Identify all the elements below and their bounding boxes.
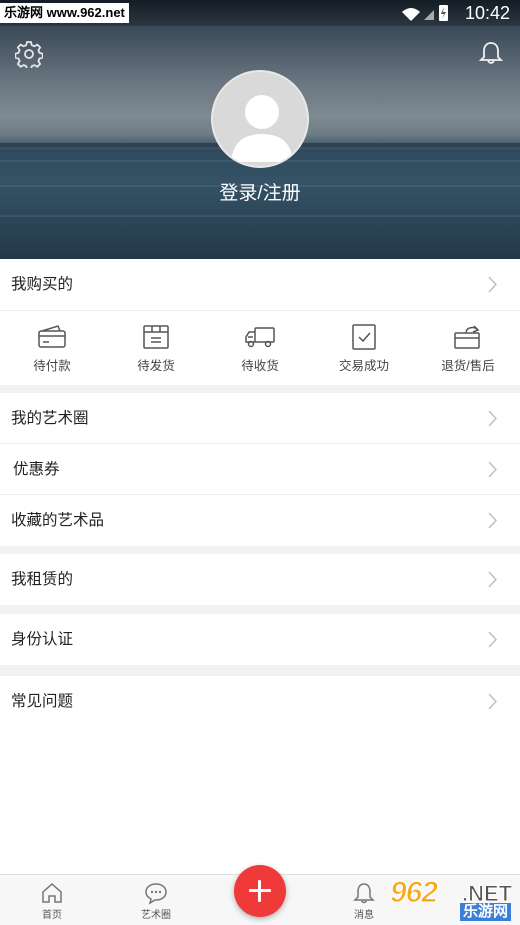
menu-item-label: 常见问题 [11,693,74,710]
profile-header: 乐游网 www.962.net 10:42 登录/注册 [0,0,520,259]
order-pending-shipment[interactable]: 待发货 [104,311,208,385]
truck-icon [245,327,275,348]
return-icon [454,325,480,349]
check-square-icon [352,324,376,350]
clock: 10:42 [464,3,510,23]
menu-item-favorites[interactable]: 收藏的艺术品 [0,495,520,546]
chevron-right-icon [488,461,498,478]
home-icon [42,882,62,903]
order-pending-receipt[interactable]: 待收货 [208,311,312,385]
bell-icon [353,883,375,904]
chevron-right-icon [488,410,498,427]
menu-item-label: 我租赁的 [11,571,74,588]
status-bar: 乐游网 www.962.net 10:42 [0,0,520,26]
chevron-right-icon [488,276,498,293]
chevron-right-icon [488,631,498,648]
chevron-right-icon [488,571,498,588]
sea-wave [0,215,520,217]
menu-item-coupons[interactable]: 优惠券 [0,444,520,495]
menu-item-art-circle[interactable]: 我的艺术圈 [0,393,520,444]
menu-item-verification[interactable]: 身份认证 [0,614,520,665]
chevron-right-icon [488,512,498,529]
card-icon [38,325,66,348]
chevron-right-icon [488,693,498,710]
watermark-site-name: 乐游网 [460,903,512,921]
order-status-bar: 待付款 待发货 待收货 交易成功 退货/售后 [0,311,520,385]
order-label: 待付款 [33,359,71,373]
order-returns[interactable]: 退货/售后 [416,311,520,385]
menu-item-faq[interactable]: 常见问题 [0,676,520,727]
order-pending-payment[interactable]: 待付款 [0,311,104,385]
watermark-text: 乐游网 www.962.net [0,3,129,23]
tab-home[interactable]: 首页 [0,875,104,925]
avatar[interactable] [211,70,309,168]
signal-wifi-battery-icons [402,5,448,21]
tab-label: 首页 [42,910,62,921]
watermark-number: 962 [389,876,438,909]
gear-icon[interactable] [15,40,43,68]
tab-art-circle[interactable]: 艺术圈 [104,875,208,925]
add-post-button[interactable] [234,865,286,917]
my-purchases-row[interactable]: 我购买的 [0,259,520,310]
site-watermark: 962 .NET 乐游网 [384,876,518,924]
my-purchases-label: 我购买的 [11,276,74,293]
order-label: 待发货 [137,359,175,373]
chat-bubble-icon [145,883,167,905]
order-label: 交易成功 [338,359,389,373]
menu-item-label: 优惠券 [13,461,60,478]
order-label: 待收货 [241,359,279,373]
user-silhouette-icon [231,95,293,162]
box-icon [143,325,169,349]
tab-label: 艺术圈 [141,910,171,921]
order-completed[interactable]: 交易成功 [312,311,416,385]
menu-item-rentals[interactable]: 我租赁的 [0,554,520,605]
order-label: 退货/售后 [441,359,495,373]
menu-item-label: 我的艺术圈 [11,410,89,427]
login-register-link[interactable]: 登录/注册 [0,181,520,207]
bell-icon[interactable] [478,40,504,66]
menu-item-label: 身份认证 [11,631,74,648]
menu-item-label: 收藏的艺术品 [11,512,105,529]
